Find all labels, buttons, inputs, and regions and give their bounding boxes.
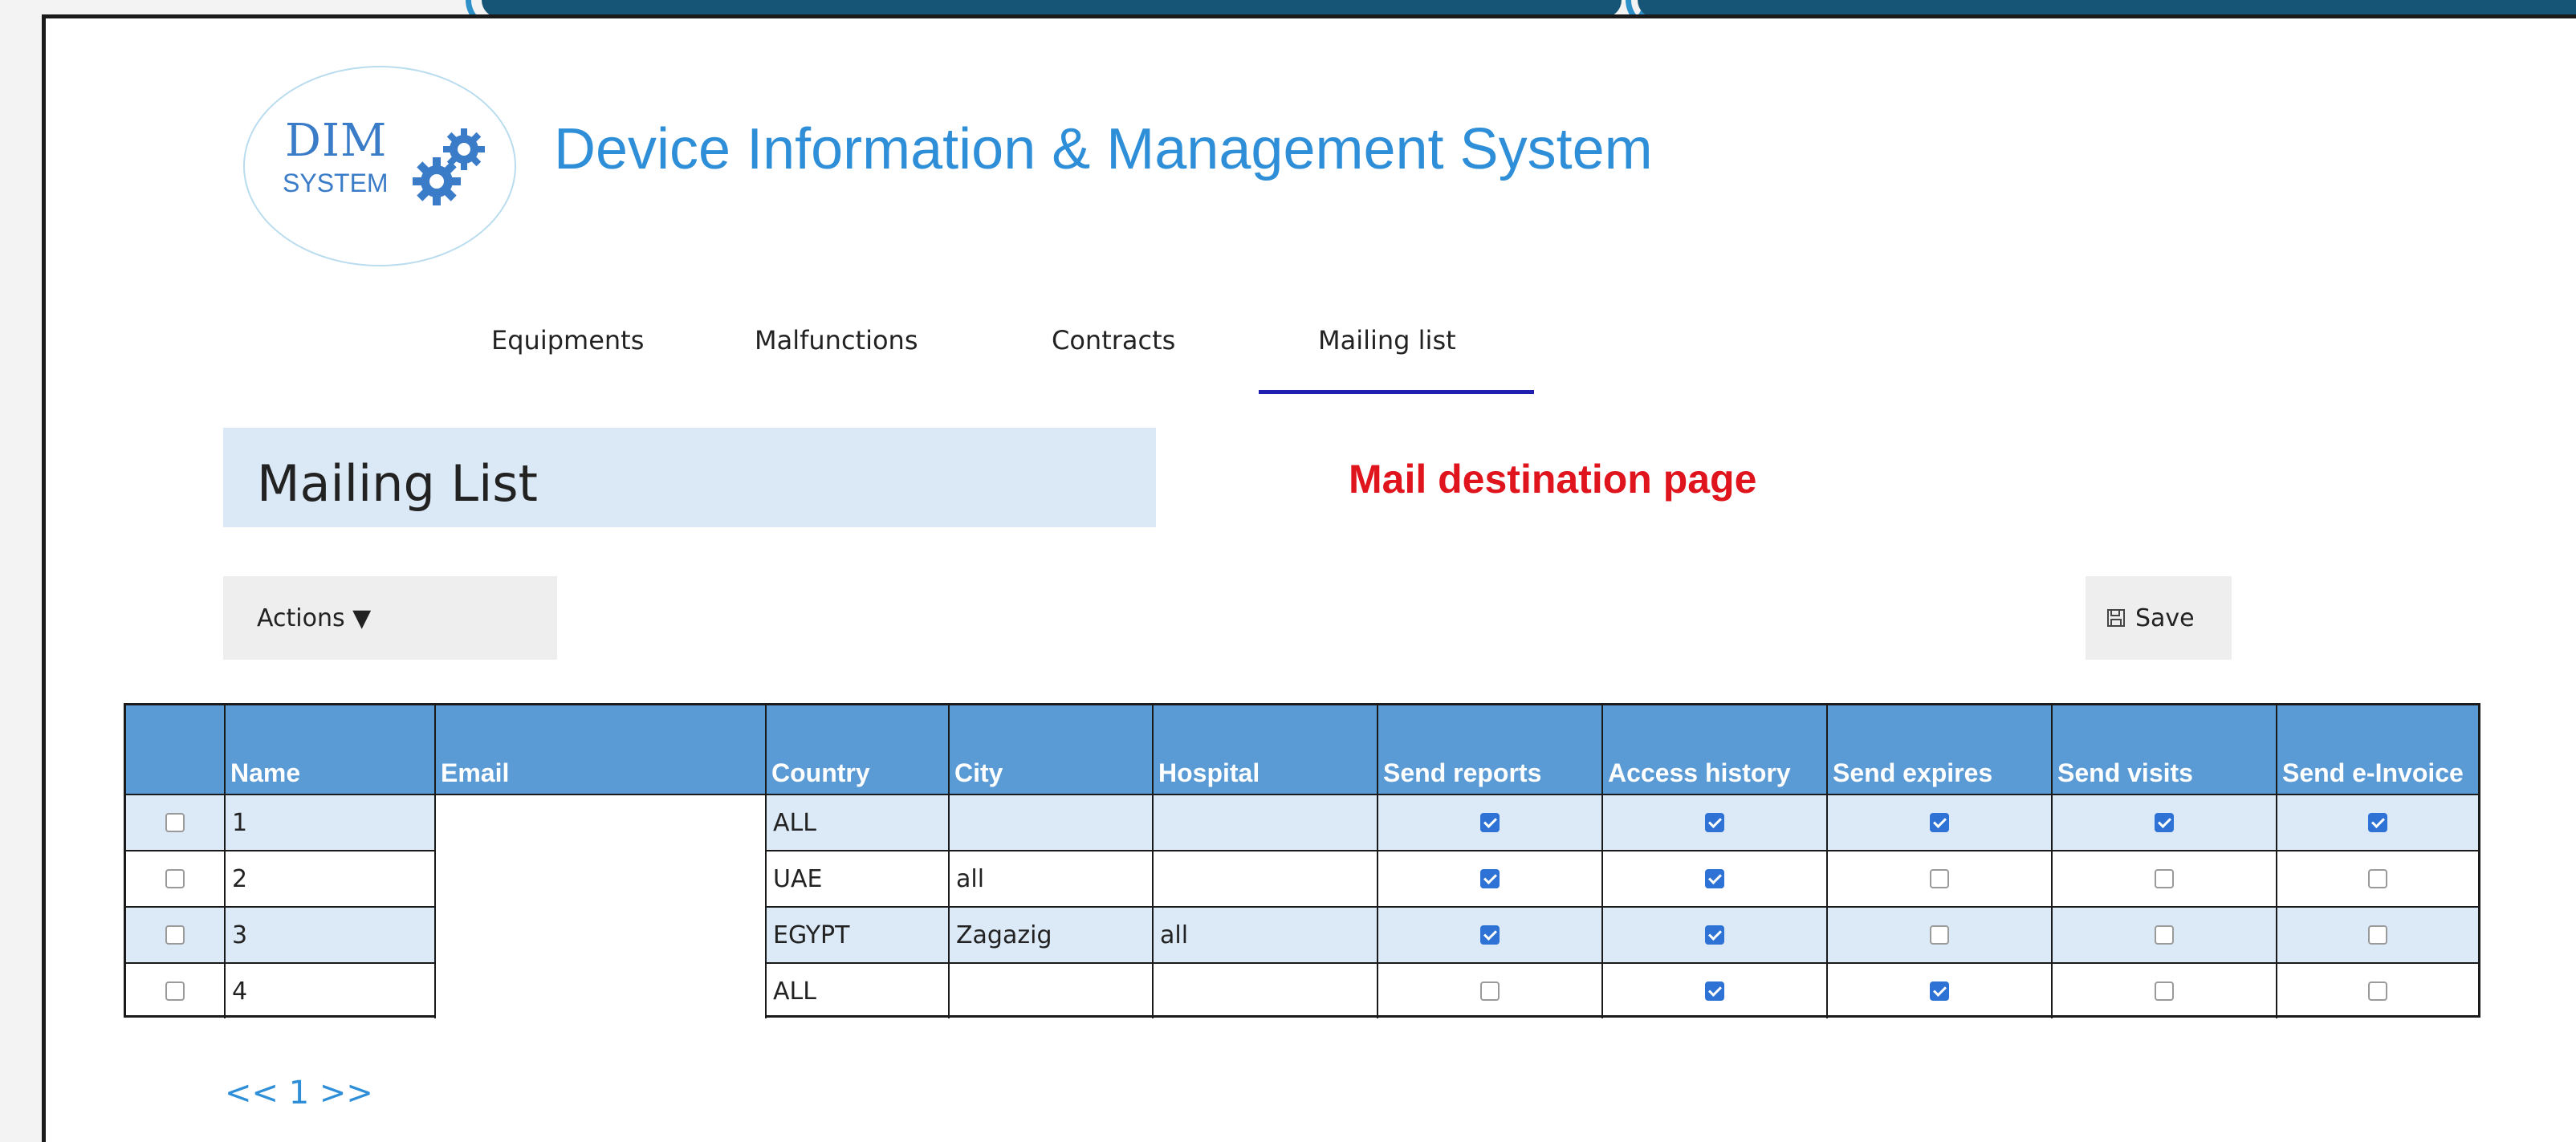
send-reports-checkbox[interactable] (1480, 869, 1500, 888)
row-select-cell (126, 908, 226, 962)
nav-tab-contracts[interactable]: Contracts (1052, 327, 1175, 353)
active-tab-indicator (1259, 390, 1534, 394)
send-reports-checkbox[interactable] (1480, 981, 1500, 1001)
send-reports-cell (1378, 964, 1603, 1018)
header-name[interactable]: Name (226, 705, 436, 794)
access-history-cell (1603, 795, 1828, 850)
send-reports-cell (1378, 795, 1603, 850)
nav-tab-equipments[interactable]: Equipments (491, 327, 644, 353)
send-einvoice-cell (2277, 964, 2478, 1018)
access-history-checkbox[interactable] (1705, 869, 1724, 888)
header-access-history[interactable]: Access history (1603, 705, 1828, 794)
send-expires-cell (1828, 964, 2053, 1018)
access-history-checkbox[interactable] (1705, 813, 1724, 832)
send-expires-cell (1828, 908, 2053, 962)
send-visits-cell (2053, 908, 2277, 962)
send-visits-checkbox[interactable] (2155, 813, 2174, 832)
send-reports-checkbox[interactable] (1480, 813, 1500, 832)
send-reports-cell (1378, 851, 1603, 906)
send-visits-checkbox[interactable] (2155, 981, 2174, 1001)
access-history-cell (1603, 964, 1828, 1018)
header-city[interactable]: City (950, 705, 1154, 794)
country-cell: ALL (767, 795, 950, 850)
nav-tab-mailing-list[interactable]: Mailing list (1318, 327, 1456, 353)
country-cell: ALL (767, 964, 950, 1018)
access-history-cell (1603, 908, 1828, 962)
logo-subtext: SYSTEM (283, 169, 389, 197)
header-country[interactable]: Country (767, 705, 950, 794)
hospital-cell (1154, 795, 1378, 850)
actions-dropdown-button[interactable]: Actions ▼ (223, 576, 557, 660)
city-cell: all (950, 851, 1154, 906)
city-cell (950, 795, 1154, 850)
row-select-cell (126, 851, 226, 906)
city-cell (950, 964, 1154, 1018)
row-select-cell (126, 964, 226, 1018)
save-button[interactable]: Save (2086, 576, 2232, 660)
send-einvoice-checkbox[interactable] (2368, 981, 2387, 1001)
floppy-disk-icon (2107, 609, 2125, 627)
send-expires-cell (1828, 795, 2053, 850)
send-expires-cell (1828, 851, 2053, 906)
access-history-checkbox[interactable] (1705, 981, 1724, 1001)
send-expires-checkbox[interactable] (1930, 925, 1949, 945)
email-column-cell (436, 794, 767, 1018)
send-visits-cell (2053, 851, 2277, 906)
send-einvoice-checkbox[interactable] (2368, 813, 2387, 832)
send-einvoice-cell (2277, 851, 2478, 906)
actions-label: Actions ▼ (257, 604, 372, 632)
header-send-einvoice[interactable]: Send e-Invoice (2277, 705, 2478, 794)
header-select (126, 705, 226, 794)
send-einvoice-cell (2277, 908, 2478, 962)
header-email[interactable]: Email (436, 705, 767, 794)
page-annotation: Mail destination page (1349, 457, 1757, 502)
name-cell: 1 (226, 795, 436, 850)
access-history-cell (1603, 851, 1828, 906)
send-reports-cell (1378, 908, 1603, 962)
header-send-expires[interactable]: Send expires (1828, 705, 2053, 794)
mailing-list-table: Name Email Country City Hospital Send re… (124, 703, 2480, 1018)
name-cell: 4 (226, 964, 436, 1018)
send-einvoice-checkbox[interactable] (2368, 925, 2387, 945)
send-visits-cell (2053, 964, 2277, 1018)
save-label: Save (2135, 604, 2195, 632)
send-visits-checkbox[interactable] (2155, 869, 2174, 888)
send-visits-checkbox[interactable] (2155, 925, 2174, 945)
row-select-checkbox[interactable] (165, 981, 185, 1001)
header-hospital[interactable]: Hospital (1154, 705, 1378, 794)
pagination[interactable]: << 1 >> (225, 1077, 373, 1109)
hospital-cell (1154, 851, 1378, 906)
hospital-cell: all (1154, 908, 1378, 962)
send-expires-checkbox[interactable] (1930, 869, 1949, 888)
city-cell: Zagazig (950, 908, 1154, 962)
send-einvoice-cell (2277, 795, 2478, 850)
header-send-visits[interactable]: Send visits (2053, 705, 2277, 794)
logo-text: DIM (285, 115, 388, 167)
page-title: Mailing List (257, 454, 538, 513)
app-title: Device Information & Management System (554, 117, 1653, 181)
nav-tab-malfunctions[interactable]: Malfunctions (755, 327, 918, 353)
header-send-reports[interactable]: Send reports (1378, 705, 1603, 794)
row-select-checkbox[interactable] (165, 925, 185, 945)
send-visits-cell (2053, 795, 2277, 850)
name-cell: 2 (226, 851, 436, 906)
row-select-checkbox[interactable] (165, 869, 185, 888)
hospital-cell (1154, 964, 1378, 1018)
name-cell: 3 (226, 908, 436, 962)
send-einvoice-checkbox[interactable] (2368, 869, 2387, 888)
access-history-checkbox[interactable] (1705, 925, 1724, 945)
send-expires-checkbox[interactable] (1930, 813, 1949, 832)
table-header-row: Name Email Country City Hospital Send re… (126, 705, 2478, 794)
country-cell: EGYPT (767, 908, 950, 962)
country-cell: UAE (767, 851, 950, 906)
gears-icon (413, 128, 485, 205)
row-select-cell (126, 795, 226, 850)
row-select-checkbox[interactable] (165, 813, 185, 832)
send-reports-checkbox[interactable] (1480, 925, 1500, 945)
send-expires-checkbox[interactable] (1930, 981, 1949, 1001)
